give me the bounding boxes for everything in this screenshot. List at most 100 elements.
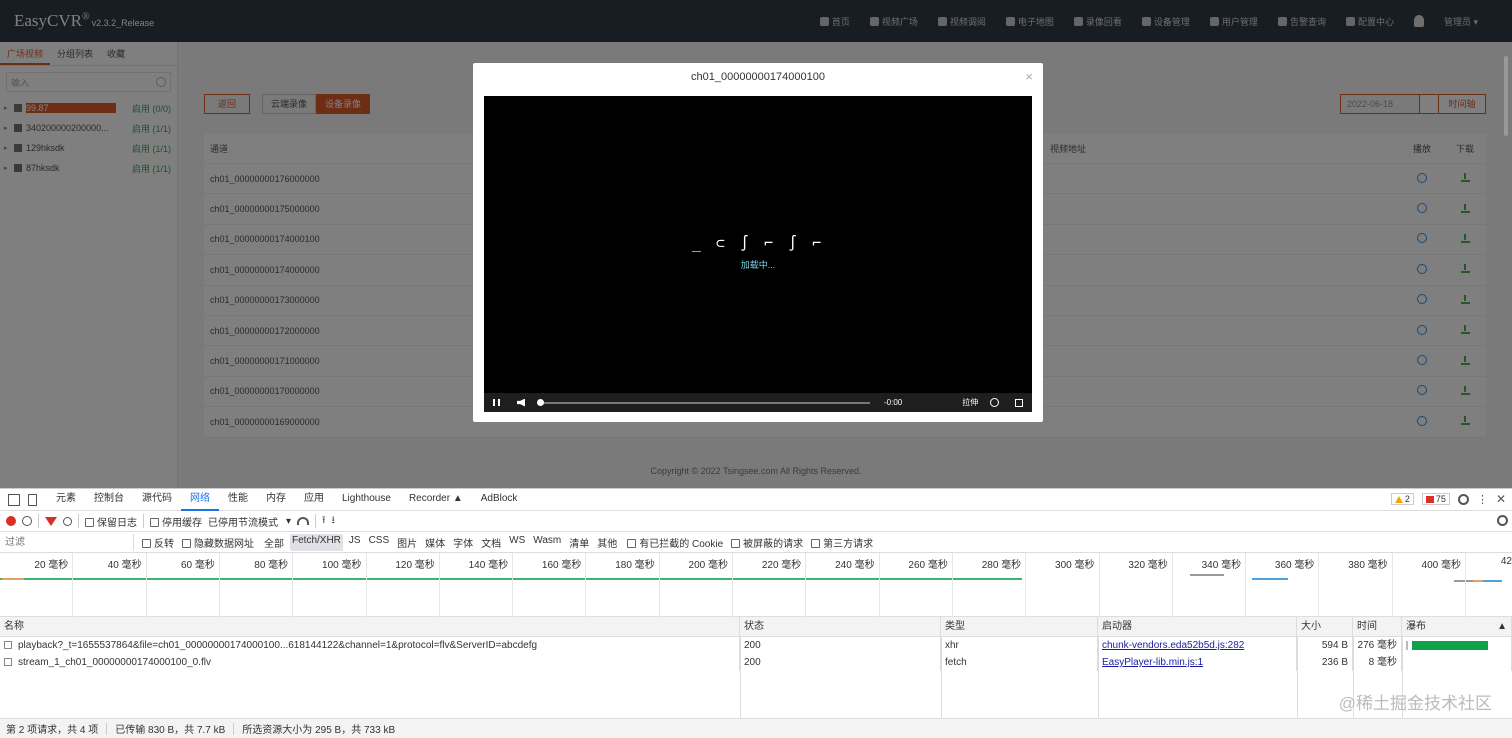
fullscreen-icon[interactable] (1015, 398, 1024, 407)
close-icon[interactable]: × (1025, 69, 1033, 84)
request-status: 200 (740, 654, 941, 671)
devtools-tab-5[interactable]: 内存 (257, 488, 295, 511)
errors-badge[interactable]: 75 (1421, 493, 1450, 505)
checkbox[interactable] (150, 518, 159, 528)
hide-data-urls-checkbox[interactable]: 隐藏数据网址 (182, 535, 254, 550)
devtools-panel: 元素 控制台 源代码 网络 性能 内存 应用 Lighthouse Recorder ▲ AdBl… (0, 488, 1512, 738)
throttle-select[interactable]: 已停用节流模式 ▾ (208, 514, 291, 529)
time-remaining: -0:00 (884, 398, 903, 407)
col-type[interactable]: 类型 (941, 617, 1098, 636)
third-party-checkbox[interactable]: 第三方请求 (811, 535, 873, 550)
request-count: 第 2 项请求，共 4 项 (6, 725, 99, 736)
filter-icon[interactable] (45, 516, 57, 526)
request-name: stream_1_ch01_00000000174000100_0.flv (18, 657, 211, 668)
initiator-link[interactable]: chunk-vendors.eda52b5d.js:282 (1102, 640, 1244, 651)
request-row[interactable]: playback?_t=1655537864&file=ch01_0000000… (0, 637, 1512, 654)
request-name-cell[interactable]: stream_1_ch01_00000000174000100_0.flv (0, 654, 740, 671)
devtools-tab-1[interactable]: 控制台 (85, 488, 133, 511)
devtools-tabs: 元素 控制台 源代码 网络 性能 内存 应用 Lighthouse Recorder ▲ AdBl… (47, 488, 526, 511)
filter-type-3[interactable]: CSS (367, 534, 392, 551)
filter-type-2[interactable]: JS (347, 534, 363, 551)
sort-up-icon: ▲ (1497, 621, 1507, 632)
row-checkbox[interactable] (4, 658, 12, 667)
invert-checkbox[interactable]: 反转 (142, 535, 174, 550)
network-toolbar: 保留日志 停用缓存 已停用节流模式 ▾ ⭱ ⭳ (0, 511, 1512, 532)
devtools-settings-icon[interactable] (1457, 493, 1469, 505)
progress-knob[interactable] (537, 398, 544, 406)
col-waterfall[interactable]: 瀑布 ▲ (1402, 617, 1512, 636)
checkbox[interactable] (627, 539, 637, 549)
divider (106, 722, 108, 735)
filter-type-7[interactable]: 文档 (479, 534, 503, 551)
filter-type-8[interactable]: WS (507, 534, 527, 551)
volume-icon[interactable] (517, 398, 525, 407)
network-settings-icon[interactable] (1497, 515, 1508, 526)
request-rows: playback?_t=1655537864&file=ch01_0000000… (0, 637, 1512, 671)
col-initiator[interactable]: 启动器 (1098, 617, 1297, 636)
upload-icon[interactable]: ⭱ (322, 513, 326, 530)
network-overview-timeline[interactable]: 20 毫秒 40 毫秒 60 毫秒 80 毫秒 100 毫秒 120 毫秒 140 毫秒 16… (0, 553, 1512, 617)
pause-icon[interactable] (493, 399, 500, 406)
devtools-close-icon[interactable]: ✕ (1496, 492, 1506, 506)
checkbox[interactable] (731, 539, 741, 549)
initiator-link[interactable]: EasyPlayer-lib.min.js:1 (1102, 657, 1203, 668)
request-row[interactable]: stream_1_ch01_00000000174000100_0.flv 200… (0, 654, 1512, 671)
more-options-icon[interactable]: ⋮ (1477, 493, 1488, 506)
network-conditions-icon[interactable] (297, 517, 310, 525)
devtools-tab-8[interactable]: Recorder ▲ (400, 488, 472, 511)
devtools-tab-3[interactable]: 网络 (181, 488, 219, 511)
devtools-tab-6[interactable]: 应用 (295, 488, 333, 511)
divider (233, 722, 235, 735)
row-checkbox[interactable] (4, 641, 12, 650)
checkbox[interactable] (182, 539, 191, 549)
page-scrollbar[interactable] (1504, 56, 1508, 136)
filter-type-1[interactable]: Fetch/XHR (290, 533, 343, 551)
checkbox[interactable] (142, 539, 151, 549)
inspect-element-icon[interactable] (8, 493, 20, 506)
filter-type-6[interactable]: 字体 (451, 534, 475, 551)
timeline-tick-label: 100 毫秒 (322, 560, 362, 571)
disable-cache-checkbox[interactable]: 停用缓存 (150, 514, 202, 529)
progress-slider[interactable] (537, 398, 870, 406)
invert-label: 反转 (154, 538, 174, 550)
devtools-tab-4[interactable]: 性能 (219, 488, 257, 511)
devtools-tab-2[interactable]: 源代码 (133, 488, 181, 511)
filter-type-10[interactable]: 清单 (567, 534, 591, 551)
warnings-badge[interactable]: 2 (1390, 493, 1414, 505)
checkbox[interactable] (811, 539, 821, 549)
divider (143, 514, 144, 528)
record-icon[interactable] (6, 516, 16, 526)
stretch-button[interactable]: 拉伸 (962, 397, 978, 408)
col-status[interactable]: 状态 (740, 617, 941, 636)
timeline-tick-label: 42 (1500, 556, 1512, 567)
col-name[interactable]: 名称 (0, 617, 740, 636)
request-waterfall (1402, 654, 1512, 671)
preserve-log-checkbox[interactable]: 保留日志 (85, 514, 137, 529)
timeline-tick-label: 260 毫秒 (908, 560, 948, 571)
timeline-bar (1454, 580, 1502, 582)
devtools-tab-9[interactable]: AdBlock (472, 488, 527, 511)
video-player[interactable]: _ ⊂ ∫ ⌐ ∫ ⌐ 加载中... -0:00 拉伸 (484, 96, 1032, 412)
col-size[interactable]: 大小 (1297, 617, 1353, 636)
devtools-tab-7[interactable]: Lighthouse (333, 488, 400, 511)
filter-input[interactable] (2, 533, 134, 551)
clear-icon[interactable] (22, 516, 32, 526)
column-divider (740, 637, 741, 719)
request-table-header: 名称 状态 类型 启动器 大小 时间 瀑布 ▲ (0, 617, 1512, 637)
filter-type-5[interactable]: 媒体 (423, 534, 447, 551)
search-icon[interactable] (63, 516, 72, 526)
filter-type-4[interactable]: 图片 (395, 534, 419, 551)
settings-icon[interactable] (990, 398, 1000, 407)
checkbox[interactable] (85, 518, 94, 528)
blocked-requests-checkbox[interactable]: 被屏蔽的请求 (731, 535, 803, 550)
device-toolbar-icon[interactable] (28, 493, 37, 506)
filter-type-9[interactable]: Wasm (531, 534, 563, 551)
request-name-cell[interactable]: playback?_t=1655537864&file=ch01_0000000… (0, 637, 740, 654)
download-icon[interactable]: ⭳ (332, 513, 336, 530)
devtools-tab-0[interactable]: 元素 (47, 488, 85, 511)
col-time[interactable]: 时间 (1353, 617, 1402, 636)
filter-type-11[interactable]: 其他 (595, 534, 619, 551)
filter-type-0[interactable]: 全部 (262, 534, 286, 551)
blocked-cookies-checkbox[interactable]: 有已拦截的 Cookie (627, 535, 723, 550)
watermark: @稀土掘金技术社区 (1338, 694, 1492, 713)
